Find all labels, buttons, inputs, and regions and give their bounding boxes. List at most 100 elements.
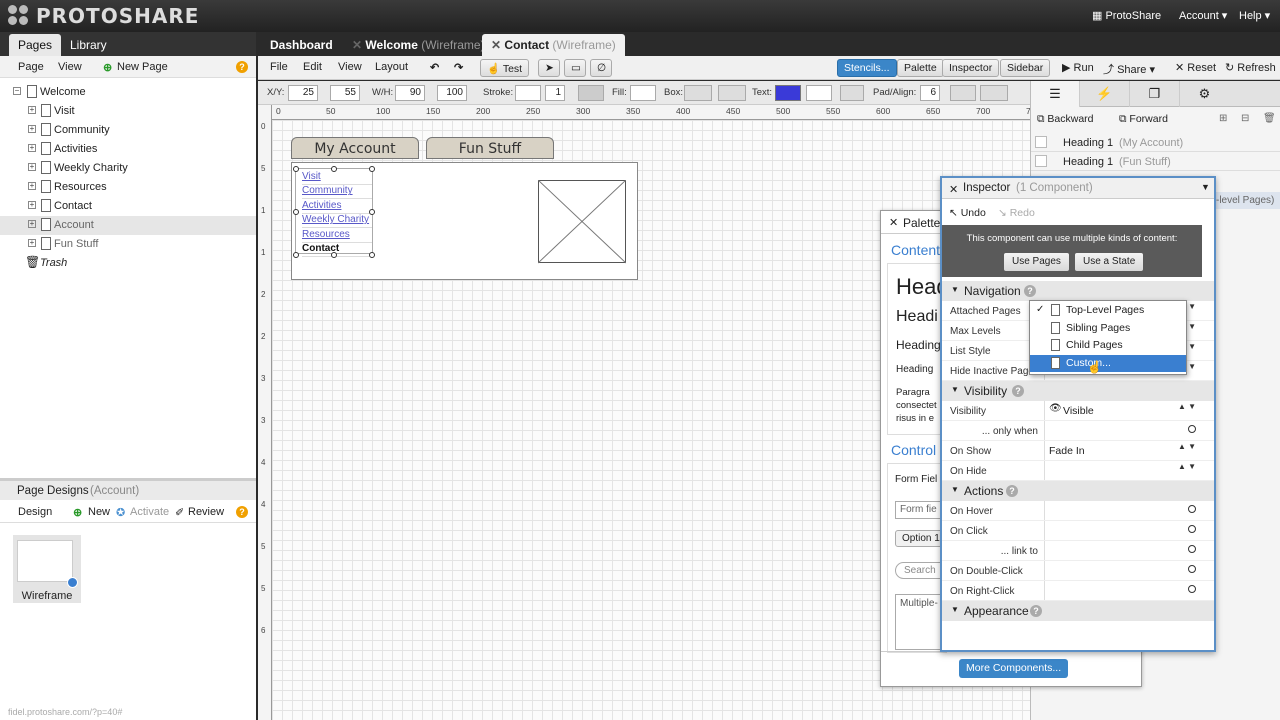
file-menu[interactable]: File	[270, 61, 288, 73]
interactions-icon[interactable]: ⚡	[1079, 81, 1129, 107]
wire-nav-item[interactable]: Contact	[302, 243, 372, 257]
tree-row-contact[interactable]: + Contact	[0, 197, 256, 216]
property-row[interactable]: On Hide ▲ ▼	[942, 461, 1214, 481]
undo-icon[interactable]: ↶	[430, 61, 439, 74]
redo-button[interactable]: ↘ Redo	[998, 207, 1035, 219]
text-color-picker[interactable]	[775, 85, 801, 101]
property-row[interactable]: ... link to	[942, 541, 1214, 561]
property-value[interactable]	[1044, 421, 1202, 440]
search-icon[interactable]	[1188, 565, 1196, 573]
fill-color-picker[interactable]	[630, 85, 656, 101]
property-value[interactable]: Visible 👁 ▲ ▼	[1044, 401, 1202, 420]
expand-icon[interactable]: +	[28, 182, 36, 190]
tree-row-fun-stuff[interactable]: + Fun Stuff	[0, 235, 256, 254]
tree-row-welcome[interactable]: − Welcome	[0, 83, 256, 102]
wire-nav-item[interactable]: Visit	[302, 171, 372, 185]
layer-row[interactable]: Heading 1 (Fun Stuff)	[1031, 152, 1280, 171]
tab-pages[interactable]: Pages	[9, 34, 62, 56]
account-menu[interactable]: Account ▾	[1179, 9, 1227, 22]
updown-icon[interactable]: ▲ ▼	[1178, 463, 1196, 471]
share-button[interactable]: ⤴ Share ▾	[1103, 61, 1155, 77]
collapse-icon[interactable]: ▼	[951, 285, 959, 294]
dropdown-option[interactable]: Child Pages	[1030, 337, 1186, 354]
tab-dashboard[interactable]: Dashboard	[261, 34, 342, 56]
expand-icon[interactable]: +	[28, 125, 36, 133]
section-vis_section[interactable]: ▼ Visibility?	[942, 381, 1214, 401]
property-value[interactable]	[1044, 541, 1202, 560]
property-value[interactable]	[1044, 561, 1202, 580]
tab-library[interactable]: Library	[61, 34, 116, 56]
help-icon[interactable]: ?	[236, 506, 248, 518]
wire-tab-fun-stuff[interactable]: Fun Stuff	[426, 137, 554, 159]
layer-row[interactable]: Heading 1 (My Account)	[1031, 133, 1280, 152]
use-state-button[interactable]: Use a State	[1075, 253, 1144, 271]
test-button[interactable]: ☝ Test	[480, 59, 530, 77]
leaf-marker[interactable]: +	[28, 201, 36, 209]
property-value[interactable]: ▲ ▼	[1044, 461, 1202, 480]
collapse-icon[interactable]: ▼	[951, 485, 959, 494]
property-value[interactable]: Fade In ▲ ▼	[1044, 441, 1202, 460]
link-tool-icon[interactable]: ∅	[590, 59, 612, 77]
heading2-item[interactable]: Headi	[896, 308, 938, 326]
stencils-button[interactable]: Stencils...	[837, 59, 897, 77]
expand-icon[interactable]: +	[28, 220, 36, 228]
comment-tool-icon[interactable]: ▭	[564, 59, 586, 77]
property-row[interactable]: On Show Fade In ▲ ▼	[942, 441, 1214, 461]
select-tool-icon[interactable]: ➤	[538, 59, 560, 77]
resize-handle[interactable]	[369, 252, 375, 258]
protoshare-menu[interactable]: ▦ ProtoShare	[1092, 9, 1161, 22]
design-thumbnail[interactable]: Wireframe	[13, 535, 81, 603]
sidebar-button[interactable]: Sidebar	[1000, 59, 1051, 77]
reset-button[interactable]: ✕ Reset	[1175, 61, 1216, 74]
expand-icon[interactable]: +	[28, 163, 36, 171]
layout-menu[interactable]: Layout	[375, 61, 408, 73]
line-style-picker[interactable]	[980, 85, 1008, 101]
property-value[interactable]	[1044, 521, 1202, 540]
expand-icon[interactable]: +	[28, 144, 36, 152]
updown-icon[interactable]: ▲ ▼	[1178, 443, 1196, 451]
wire-navigation-component[interactable]: Visit Community Activities Weekly Charity Re…	[293, 166, 375, 258]
collapse-icon[interactable]: ▼	[951, 605, 959, 614]
search-icon[interactable]	[1188, 585, 1196, 593]
tree-row-account[interactable]: + Account	[0, 216, 256, 235]
group-icon[interactable]: ⊞	[1219, 113, 1227, 124]
tab-welcome-wireframe[interactable]: ✕ Welcome (Wireframe)	[343, 34, 494, 56]
delete-icon[interactable]: 🗑	[1263, 113, 1276, 124]
property-row[interactable]: On Double-Click	[942, 561, 1214, 581]
help-icon[interactable]: ?	[1006, 485, 1018, 497]
review-button[interactable]: Review	[188, 506, 224, 518]
new-design-button[interactable]: New	[88, 506, 110, 518]
expand-icon[interactable]: +	[28, 106, 36, 114]
help-icon[interactable]: ?	[1012, 385, 1024, 397]
wire-nav-item[interactable]: Activities	[302, 200, 372, 214]
run-button[interactable]: ▶ Run	[1062, 61, 1094, 74]
section-act_section[interactable]: ▼ Actions?	[942, 481, 1214, 501]
new-page-button[interactable]: New Page	[117, 61, 168, 73]
tab-contact-wireframe[interactable]: ✕ Contact (Wireframe)	[482, 34, 625, 56]
tree-row-visit[interactable]: + Visit	[0, 102, 256, 121]
chevron-down-icon[interactable]: ▼	[1201, 182, 1210, 192]
undo-button[interactable]: ↖ Undo	[949, 207, 986, 219]
wire-tab-my-account[interactable]: My Account	[291, 137, 419, 159]
property-row[interactable]: Visibility Visible 👁 ▲ ▼	[942, 401, 1214, 421]
property-row[interactable]: On Click	[942, 521, 1214, 541]
resize-handle[interactable]	[331, 166, 337, 172]
stroke-style-picker[interactable]	[578, 85, 604, 101]
search-icon[interactable]	[1188, 425, 1196, 433]
property-row[interactable]: On Hover	[942, 501, 1214, 521]
wire-nav-item[interactable]: Weekly Charity	[302, 214, 372, 229]
help-icon[interactable]: ?	[1030, 605, 1042, 617]
wire-nav-item[interactable]: Resources	[302, 229, 372, 243]
expand-icon[interactable]: +	[28, 239, 36, 247]
activate-button[interactable]: Activate	[130, 506, 169, 518]
backward-button[interactable]: ⧉ Backward	[1037, 113, 1094, 126]
form-field-label[interactable]: Form Fiel	[895, 474, 937, 485]
use-pages-button[interactable]: Use Pages	[1004, 253, 1069, 271]
edit-menu[interactable]: Edit	[303, 61, 322, 73]
ungroup-icon[interactable]: ⊟	[1241, 113, 1249, 124]
text-style-picker[interactable]	[840, 85, 864, 101]
collapse-icon[interactable]: ▼	[951, 385, 959, 394]
help-menu[interactable]: Help ▾	[1239, 9, 1270, 22]
collapse-icon[interactable]: −	[13, 87, 21, 95]
width-input[interactable]: 90	[395, 85, 425, 101]
